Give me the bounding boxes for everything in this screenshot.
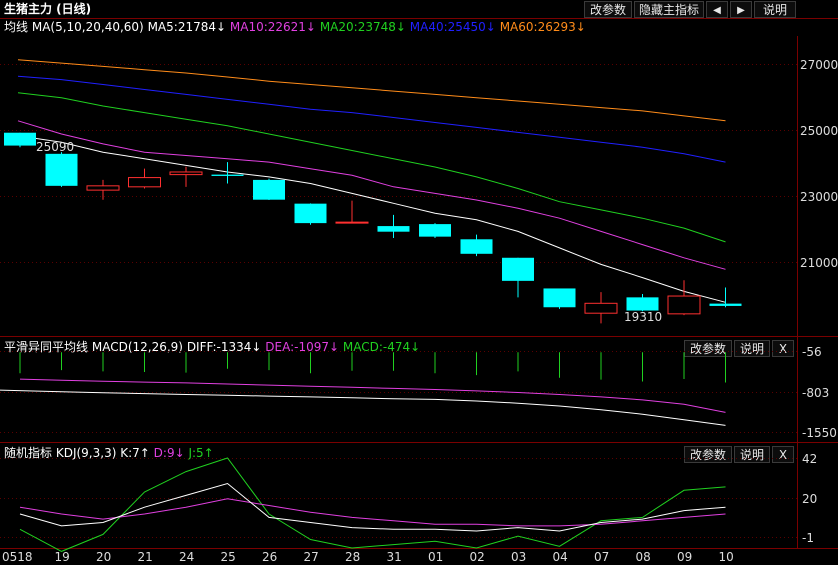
- date-tick: 20: [96, 550, 111, 564]
- date-tick: 10: [719, 550, 734, 564]
- date-tick: 07: [594, 550, 609, 564]
- date-tick: 08: [636, 550, 651, 564]
- annotation-high: 25090: [36, 140, 74, 154]
- candle: [253, 178, 285, 201]
- candlesticks: [4, 132, 742, 324]
- date-tick: 19: [55, 550, 70, 564]
- macd-tick: -803: [802, 386, 829, 400]
- ma-line-ma10: [17, 120, 726, 270]
- candle-body: [377, 226, 410, 232]
- date-tick: 24: [179, 550, 194, 564]
- macd-dea-line: [19, 378, 726, 413]
- candle: [4, 132, 36, 148]
- candle-body: [128, 177, 161, 188]
- candle-body: [4, 132, 36, 146]
- date-tick: 04: [553, 550, 568, 564]
- axis-labels: 27000 25000 23000 21000 -56 -803 -1550 4…: [36, 58, 838, 545]
- candle-body: [86, 185, 120, 191]
- price-tick: 21000: [800, 256, 838, 270]
- candle-body: [460, 239, 493, 254]
- kdj-d-line: [19, 498, 726, 527]
- kdj-tick: -1: [802, 531, 814, 545]
- candle: [626, 294, 659, 312]
- candle-body: [709, 303, 742, 306]
- candle-body: [626, 297, 659, 311]
- price-tick: 23000: [800, 190, 838, 204]
- candle: [45, 152, 78, 187]
- date-tick: 26: [262, 550, 277, 564]
- annotation-low: 19310: [624, 310, 662, 324]
- date-tick: 28: [345, 550, 360, 564]
- candle: [86, 179, 120, 200]
- candle-body: [169, 171, 203, 176]
- candle: [543, 288, 576, 309]
- price-tick: 25000: [800, 124, 838, 138]
- ma-line-ma5: [17, 135, 726, 303]
- moving-average-lines: [17, 59, 726, 303]
- price-tick: 27000: [800, 58, 838, 72]
- candle-body: [543, 288, 576, 308]
- ma-line-ma60: [17, 59, 726, 122]
- macd-tick: -1550: [802, 426, 837, 440]
- kdj-tick: 42: [802, 452, 817, 466]
- date-tick: 03: [511, 550, 526, 564]
- macd-diff-line: [0, 389, 726, 426]
- candle-body: [253, 179, 285, 200]
- macd-plot: [0, 352, 726, 426]
- macd-tick: -56: [802, 345, 822, 359]
- candle-body: [502, 257, 534, 281]
- date-tick: 21: [138, 550, 153, 564]
- candle: [169, 166, 203, 187]
- candle-body: [667, 295, 701, 315]
- candle: [667, 280, 701, 316]
- candle: [335, 200, 369, 224]
- candle: [502, 257, 534, 298]
- candle: [128, 168, 161, 189]
- candle: [460, 234, 493, 257]
- candle-body: [335, 221, 369, 224]
- kdj-tick: 20: [802, 492, 817, 506]
- date-tick: 0518: [2, 550, 33, 564]
- candle: [709, 287, 742, 308]
- date-tick: 31: [387, 550, 402, 564]
- date-tick: 25: [221, 550, 236, 564]
- kdj-k-line: [19, 482, 726, 532]
- candle-body: [584, 302, 618, 314]
- date-tick: 27: [304, 550, 319, 564]
- candle-body: [419, 224, 451, 237]
- price-chart[interactable]: 27000 25000 23000 21000 -56 -803 -1550 4…: [0, 0, 838, 565]
- candle: [294, 203, 327, 225]
- candle-body: [211, 174, 244, 176]
- date-tick: 02: [470, 550, 485, 564]
- candle: [419, 223, 451, 238]
- candle: [377, 214, 410, 238]
- date-axis: 0518 19 20 21 24 25 26 27 28 31 01 02 03 04 07 08 09 10: [2, 550, 734, 564]
- candle: [584, 292, 618, 324]
- candle-body: [45, 153, 78, 186]
- chart-frame: [0, 18, 838, 549]
- candle-body: [294, 203, 327, 224]
- candle: [211, 162, 244, 184]
- date-tick: 09: [677, 550, 692, 564]
- date-tick: 01: [428, 550, 443, 564]
